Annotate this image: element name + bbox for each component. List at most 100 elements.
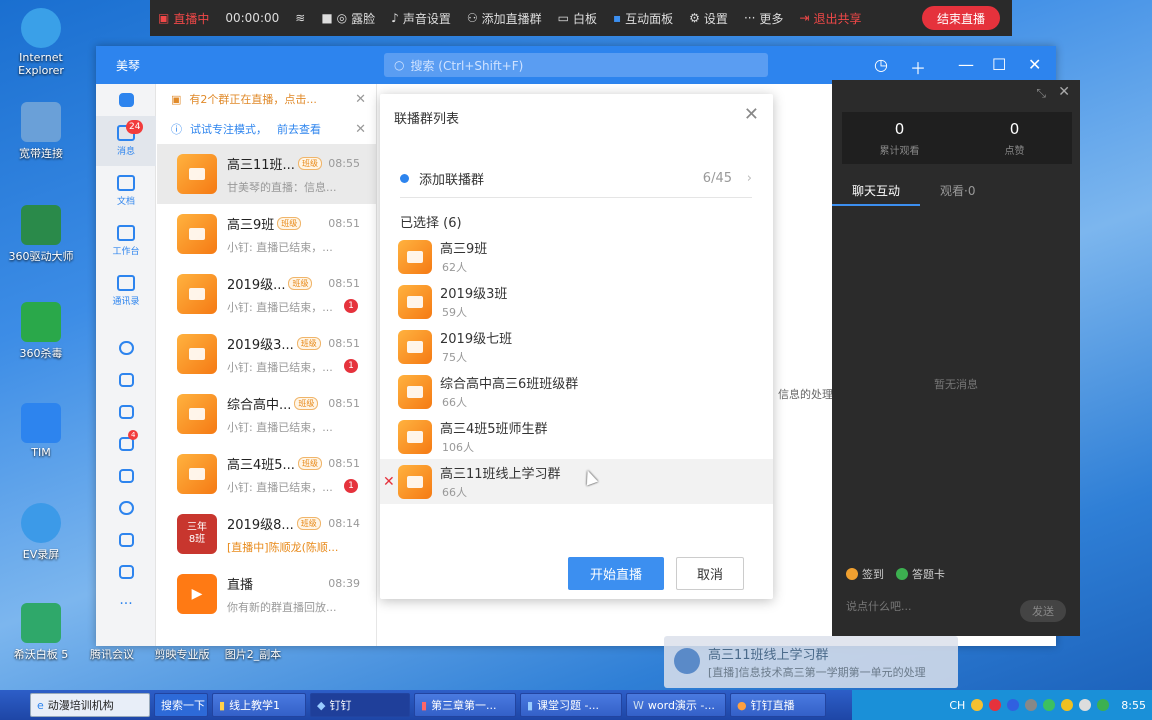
live-toolbar: ▣ 直播中 00:00:00 ≋ ■ ◎ 露脸 ♪ 声音设置 ⚇ 添加直播群 ▭ 白板 ▪ 互… bbox=[150, 0, 1012, 36]
add-icon[interactable]: ＋ bbox=[910, 55, 926, 79]
end-live-button[interactable]: 结束直播 bbox=[922, 6, 1000, 30]
history-icon[interactable]: ◷ bbox=[874, 55, 888, 74]
collapse-icon[interactable]: ⤡ bbox=[1036, 86, 1046, 101]
group-avatar bbox=[177, 394, 217, 434]
live-notice[interactable]: ▣ 有2个群正在直播，点击... ✕ bbox=[157, 84, 376, 114]
audio-settings-button[interactable]: ♪ 声音设置 bbox=[391, 10, 451, 27]
chat-row[interactable]: 高三11班... 班级 甘美琴的直播：信息... 08:55 bbox=[157, 144, 376, 204]
task-3[interactable]: ▮ 第三章第一... bbox=[414, 693, 516, 717]
rail-folder[interactable] bbox=[96, 556, 156, 588]
group-avatar bbox=[398, 419, 432, 454]
selected-group-row[interactable]: 2019级七班 75人 bbox=[380, 324, 773, 369]
tab-chat[interactable]: 聊天互动 bbox=[832, 176, 921, 206]
task-2[interactable]: ◆ 钉钉 bbox=[310, 693, 410, 717]
chat-row[interactable]: 2019级... 班级 小钉: 直播已结束，... 08:51 1 bbox=[157, 264, 376, 324]
tab-watch[interactable]: 观看·0 bbox=[920, 176, 995, 206]
chat-row[interactable]: 高三4班5... 班级 小钉: 直播已结束，... 08:51 1 bbox=[157, 444, 376, 504]
ime-indicator[interactable]: CH bbox=[949, 699, 965, 712]
more-icon: ··· bbox=[743, 11, 756, 25]
task-5[interactable]: Wword演示 -... bbox=[626, 693, 726, 717]
rail-more[interactable]: ··· bbox=[96, 588, 156, 620]
more-button[interactable]: ··· 更多 bbox=[744, 10, 783, 27]
desktop-icon-tim[interactable]: TIM bbox=[10, 403, 72, 459]
close-notice-icon[interactable]: ✕ bbox=[355, 92, 366, 107]
rail-messages[interactable]: 消息 24 bbox=[96, 116, 156, 166]
start-live-button[interactable]: 开始直播 bbox=[568, 557, 664, 590]
wechat-icon[interactable] bbox=[1043, 699, 1056, 711]
maximize-icon[interactable]: ☐ bbox=[992, 55, 1006, 74]
clock[interactable]: 8:55 bbox=[1121, 699, 1146, 712]
desktop-icon-360driver[interactable]: 360驱动大师 bbox=[6, 205, 76, 264]
tray-icon-4[interactable] bbox=[1061, 699, 1074, 711]
selected-group-row[interactable]: 2019级3班 59人 bbox=[380, 279, 773, 324]
rail-docs[interactable]: 文档 bbox=[96, 166, 156, 216]
ding-badge: 4 bbox=[128, 430, 139, 440]
book-icon bbox=[407, 475, 423, 488]
search-box[interactable]: ○ 搜索 (Ctrl+Shift+F) bbox=[384, 53, 768, 77]
selected-group-row[interactable]: 高三4班5班师生群 106人 bbox=[380, 414, 773, 459]
interaction-panel-button[interactable]: ▪ 互动面板 bbox=[613, 10, 673, 27]
add-group-button[interactable]: ⚇ 添加直播群 bbox=[467, 10, 542, 27]
rail-phone[interactable] bbox=[96, 492, 156, 524]
tray-icon-3[interactable] bbox=[1025, 699, 1038, 711]
start-button[interactable]: e 动漫培训机构 bbox=[30, 693, 150, 717]
shield-icon[interactable] bbox=[1097, 699, 1110, 711]
add-co-live-group[interactable]: 添加联播群 6/45 › bbox=[400, 160, 752, 198]
desktop-label-tencent-meeting[interactable]: 腾讯会议 bbox=[86, 646, 138, 662]
cancel-button[interactable]: 取消 bbox=[676, 557, 744, 590]
answer-icon bbox=[896, 568, 908, 580]
rail-workbench[interactable]: 工作台 bbox=[96, 216, 156, 266]
settings-button[interactable]: ⚙ 设置 bbox=[689, 10, 728, 27]
focus-link[interactable]: 前去查看 bbox=[277, 121, 321, 137]
rail-contacts[interactable]: 通讯录 bbox=[96, 266, 156, 316]
task-1[interactable]: ▮ 线上教学1 bbox=[212, 693, 306, 717]
desktop-icon-broadband[interactable]: 宽带连接 bbox=[10, 102, 72, 161]
desktop-label-jianying[interactable]: 剪映专业版 bbox=[150, 646, 214, 662]
rail-mini[interactable] bbox=[96, 524, 156, 556]
task-4[interactable]: ▮ 课堂习题 -... bbox=[520, 693, 622, 717]
chat-row[interactable]: 高三9班 班级 小钉: 直播已结束，... 08:51 bbox=[157, 204, 376, 264]
camera-button[interactable]: ■ ◎ 露脸 bbox=[321, 10, 375, 27]
tray-icon-1[interactable] bbox=[971, 699, 984, 711]
close-icon[interactable]: ✕ bbox=[744, 104, 759, 125]
chat-row[interactable]: 2019级3... 班级 小钉: 直播已结束，... 08:51 1 bbox=[157, 324, 376, 384]
book-icon bbox=[407, 295, 423, 308]
selected-group-row[interactable]: 高三9班 62人 bbox=[380, 234, 773, 279]
notification-toast[interactable]: 高三11班线上学习群 [直播]信息技术高三第一学期第一单元的处理 bbox=[664, 636, 958, 688]
send-button[interactable]: 发送 bbox=[1020, 600, 1066, 622]
close-icon[interactable]: ✕ bbox=[1028, 55, 1041, 74]
chat-row[interactable]: ▶ 直播 你有新的群直播回放... 08:39 bbox=[157, 564, 376, 624]
rail-mail[interactable] bbox=[96, 460, 156, 492]
dingtalk-icon: ◆ bbox=[317, 698, 326, 712]
close-icon[interactable]: ✕ bbox=[1058, 84, 1070, 100]
rail-calendar[interactable] bbox=[96, 364, 156, 396]
desktop-icon-easinote[interactable]: 希沃白板 5 bbox=[6, 603, 76, 662]
class-tag: 班级 bbox=[297, 456, 322, 470]
desktop-label-image[interactable]: 图片2_副本 bbox=[222, 646, 284, 662]
rail-todo[interactable] bbox=[96, 396, 156, 428]
desktop-icon-ie[interactable]: Internet Explorer bbox=[10, 8, 72, 77]
grid-menu-button[interactable] bbox=[96, 84, 156, 116]
volume-icon[interactable] bbox=[1079, 699, 1092, 711]
remove-icon[interactable]: ✕ bbox=[383, 474, 395, 490]
checkin-button[interactable]: 签到 bbox=[846, 566, 884, 582]
task-6[interactable]: ● 钉钉直播 bbox=[730, 693, 826, 717]
rail-ding[interactable]: 4 bbox=[96, 428, 156, 460]
rail-cloud[interactable] bbox=[96, 332, 156, 364]
desktop-icon-360av[interactable]: 360杀毒 bbox=[10, 302, 72, 361]
message-input[interactable]: 说点什么吧... bbox=[846, 598, 912, 614]
chat-row[interactable]: 三年 8班 2019级8... 班级 [直播中]陈顺龙(陈顺... 08:14 bbox=[157, 504, 376, 564]
desktop-icon-ev[interactable]: EV录屏 bbox=[10, 503, 72, 562]
exit-share-button[interactable]: ⇥ 退出共享 bbox=[799, 10, 861, 27]
whiteboard-button[interactable]: ▭ 白板 bbox=[558, 10, 597, 27]
panel-tabs: 聊天互动 观看·0 bbox=[832, 176, 1080, 206]
tray-icon-2[interactable] bbox=[989, 699, 1002, 711]
minimize-icon[interactable]: — bbox=[958, 55, 974, 74]
search-button[interactable]: 搜索一下 bbox=[154, 693, 208, 717]
close-notice-icon[interactable]: ✕ bbox=[355, 122, 366, 137]
answer-card-button[interactable]: 答题卡 bbox=[896, 566, 945, 582]
chat-row[interactable]: 综合高中... 班级 小钉: 直播已结束，... 08:51 bbox=[157, 384, 376, 444]
selected-group-row[interactable]: 综合高中高三6班班级群 66人 bbox=[380, 369, 773, 414]
selected-group-row[interactable]: ✕ 高三11班线上学习群 66人 bbox=[380, 459, 773, 504]
help-icon[interactable] bbox=[1007, 699, 1020, 711]
